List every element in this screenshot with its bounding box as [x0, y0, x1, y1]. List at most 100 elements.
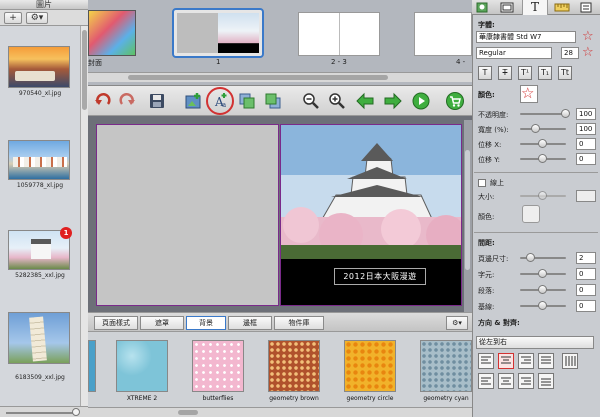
vertical-text-icon[interactable]	[562, 353, 578, 369]
next-page-icon[interactable]	[384, 92, 402, 110]
page-caption: 封面	[88, 59, 102, 67]
tab-borders[interactable]: 邊框	[228, 316, 272, 330]
slider-knob[interactable]	[538, 154, 547, 163]
baseline-label: 基線:	[478, 303, 495, 311]
play-preview-icon[interactable]	[412, 92, 430, 110]
superscript-button[interactable]: T¹	[518, 66, 532, 80]
font-size-field[interactable]: 28	[561, 47, 579, 59]
width-field[interactable]: 100	[576, 123, 596, 135]
stroke-label: 線上	[490, 179, 504, 187]
small-caps-button[interactable]: Tt	[558, 66, 572, 80]
text-direction-select[interactable]: 從左到右	[476, 336, 594, 349]
save-icon[interactable]	[148, 92, 166, 110]
subscript-button[interactable]: T₁	[538, 66, 552, 80]
slider-knob[interactable]	[538, 139, 547, 148]
frame-tab-icon[interactable]	[500, 2, 514, 13]
align-bottom-icon[interactable]	[538, 373, 554, 389]
align-top-left-icon[interactable]	[478, 353, 494, 369]
tabs-gear-button[interactable]: ⚙▾	[446, 316, 468, 330]
settings-tab-icon[interactable]	[580, 2, 592, 13]
align-middle-center-icon[interactable]	[498, 373, 514, 389]
opacity-field[interactable]: 100	[576, 108, 596, 120]
slider-knob[interactable]	[538, 301, 547, 310]
stroke-color-swatch[interactable]	[522, 205, 540, 223]
add-photo-button[interactable]: +	[4, 12, 22, 24]
stroke-checkbox[interactable]	[478, 179, 486, 187]
background-swatch[interactable]	[420, 340, 472, 392]
page-strip-scrollbar[interactable]	[88, 72, 472, 82]
slider-knob[interactable]	[561, 109, 570, 118]
slider-knob[interactable]	[531, 124, 540, 133]
offset-x-field[interactable]: 0	[576, 138, 596, 150]
photo-thumbnail[interactable]	[8, 46, 70, 88]
stroke-size-field[interactable]	[576, 190, 596, 202]
tab-page-style[interactable]: 頁面樣式	[94, 316, 138, 330]
text-tab-icon[interactable]: T	[522, 0, 548, 15]
align-middle-left-icon[interactable]	[478, 373, 494, 389]
page-caption-text[interactable]: 2012日本大阪漫遊	[334, 268, 426, 285]
background-swatch[interactable]	[116, 340, 168, 392]
previous-page-icon[interactable]	[356, 92, 374, 110]
align-top-center-icon[interactable]	[498, 353, 514, 369]
strikethrough-button[interactable]: T	[498, 66, 512, 80]
cover-page-thumbnail[interactable]	[88, 10, 136, 56]
zoom-in-icon[interactable]	[328, 92, 346, 110]
background-swatch[interactable]	[192, 340, 244, 392]
baseline-field[interactable]: 0	[576, 300, 596, 312]
order-cart-icon[interactable]	[446, 92, 464, 110]
send-backward-icon[interactable]	[238, 92, 256, 110]
asset-tabs: 頁面樣式 遮罩 背景 邊框 物件庫 ⚙▾	[88, 312, 472, 332]
char-spacing-field[interactable]: 0	[576, 268, 596, 280]
width-slider[interactable]	[520, 128, 566, 130]
slider-knob[interactable]	[538, 191, 547, 200]
thumbnail-size-slider[interactable]	[6, 412, 76, 414]
canvas-scrollbar[interactable]	[464, 120, 472, 312]
photo-list-scrollbar[interactable]	[80, 26, 88, 406]
castle-photo[interactable]	[281, 125, 461, 259]
slider-knob[interactable]	[72, 408, 80, 416]
left-page[interactable]	[96, 124, 279, 306]
photo-caption: 5282385_xxl.jpg	[15, 272, 65, 279]
background-swatch[interactable]	[268, 340, 320, 392]
background-swatch[interactable]	[344, 340, 396, 392]
opacity-slider[interactable]	[520, 113, 566, 115]
page-2-3-thumbnail[interactable]	[298, 12, 380, 56]
plain-text-button[interactable]: T	[478, 66, 492, 80]
page-1-thumbnail[interactable]	[172, 8, 264, 58]
offset-y-field[interactable]: 0	[576, 153, 596, 165]
font-style-select[interactable]: Regular	[476, 47, 552, 59]
slider-knob[interactable]	[538, 285, 547, 294]
section-divider	[474, 232, 598, 233]
ruler-tab-icon[interactable]	[554, 2, 570, 13]
main-toolbar: Aa	[88, 86, 472, 116]
scroll-thumb[interactable]	[128, 75, 388, 80]
scroll-thumb[interactable]	[465, 150, 470, 270]
tab-clipart[interactable]: 物件庫	[274, 316, 324, 330]
undo-icon[interactable]	[94, 92, 112, 110]
align-justify-icon[interactable]	[538, 353, 554, 369]
scroll-thumb[interactable]	[82, 30, 87, 110]
tab-masks[interactable]: 遮罩	[140, 316, 184, 330]
direction-header: 方向 & 對齊:	[478, 319, 520, 327]
slider-knob[interactable]	[538, 269, 547, 278]
photo-thumbnail[interactable]	[8, 312, 70, 364]
tab-backgrounds[interactable]: 背景	[186, 316, 226, 330]
gallery-scrollbar[interactable]	[88, 407, 472, 417]
photo-tab-icon[interactable]	[476, 2, 488, 13]
page-4-thumbnail[interactable]	[414, 12, 472, 56]
margin-field[interactable]: 2	[576, 252, 596, 264]
redo-icon[interactable]	[118, 92, 136, 110]
align-middle-right-icon[interactable]	[518, 373, 534, 389]
font-family-field[interactable]: 華康隸書體 Std W7	[476, 31, 576, 43]
align-top-right-icon[interactable]	[518, 353, 534, 369]
zoom-out-icon[interactable]	[302, 92, 320, 110]
photo-list[interactable]: 970540_xl.jpg 1059778_xl.jpg 5282385_xxl…	[0, 26, 80, 406]
photo-thumbnail[interactable]	[8, 140, 70, 180]
bring-forward-icon[interactable]	[264, 92, 282, 110]
scroll-thumb[interactable]	[178, 410, 198, 415]
background-swatch[interactable]	[88, 340, 96, 392]
slider-knob[interactable]	[526, 253, 535, 262]
add-photo-frame-icon[interactable]	[184, 92, 202, 110]
photo-gear-button[interactable]: ⚙▾	[26, 12, 48, 24]
line-spacing-field[interactable]: 0	[576, 284, 596, 296]
